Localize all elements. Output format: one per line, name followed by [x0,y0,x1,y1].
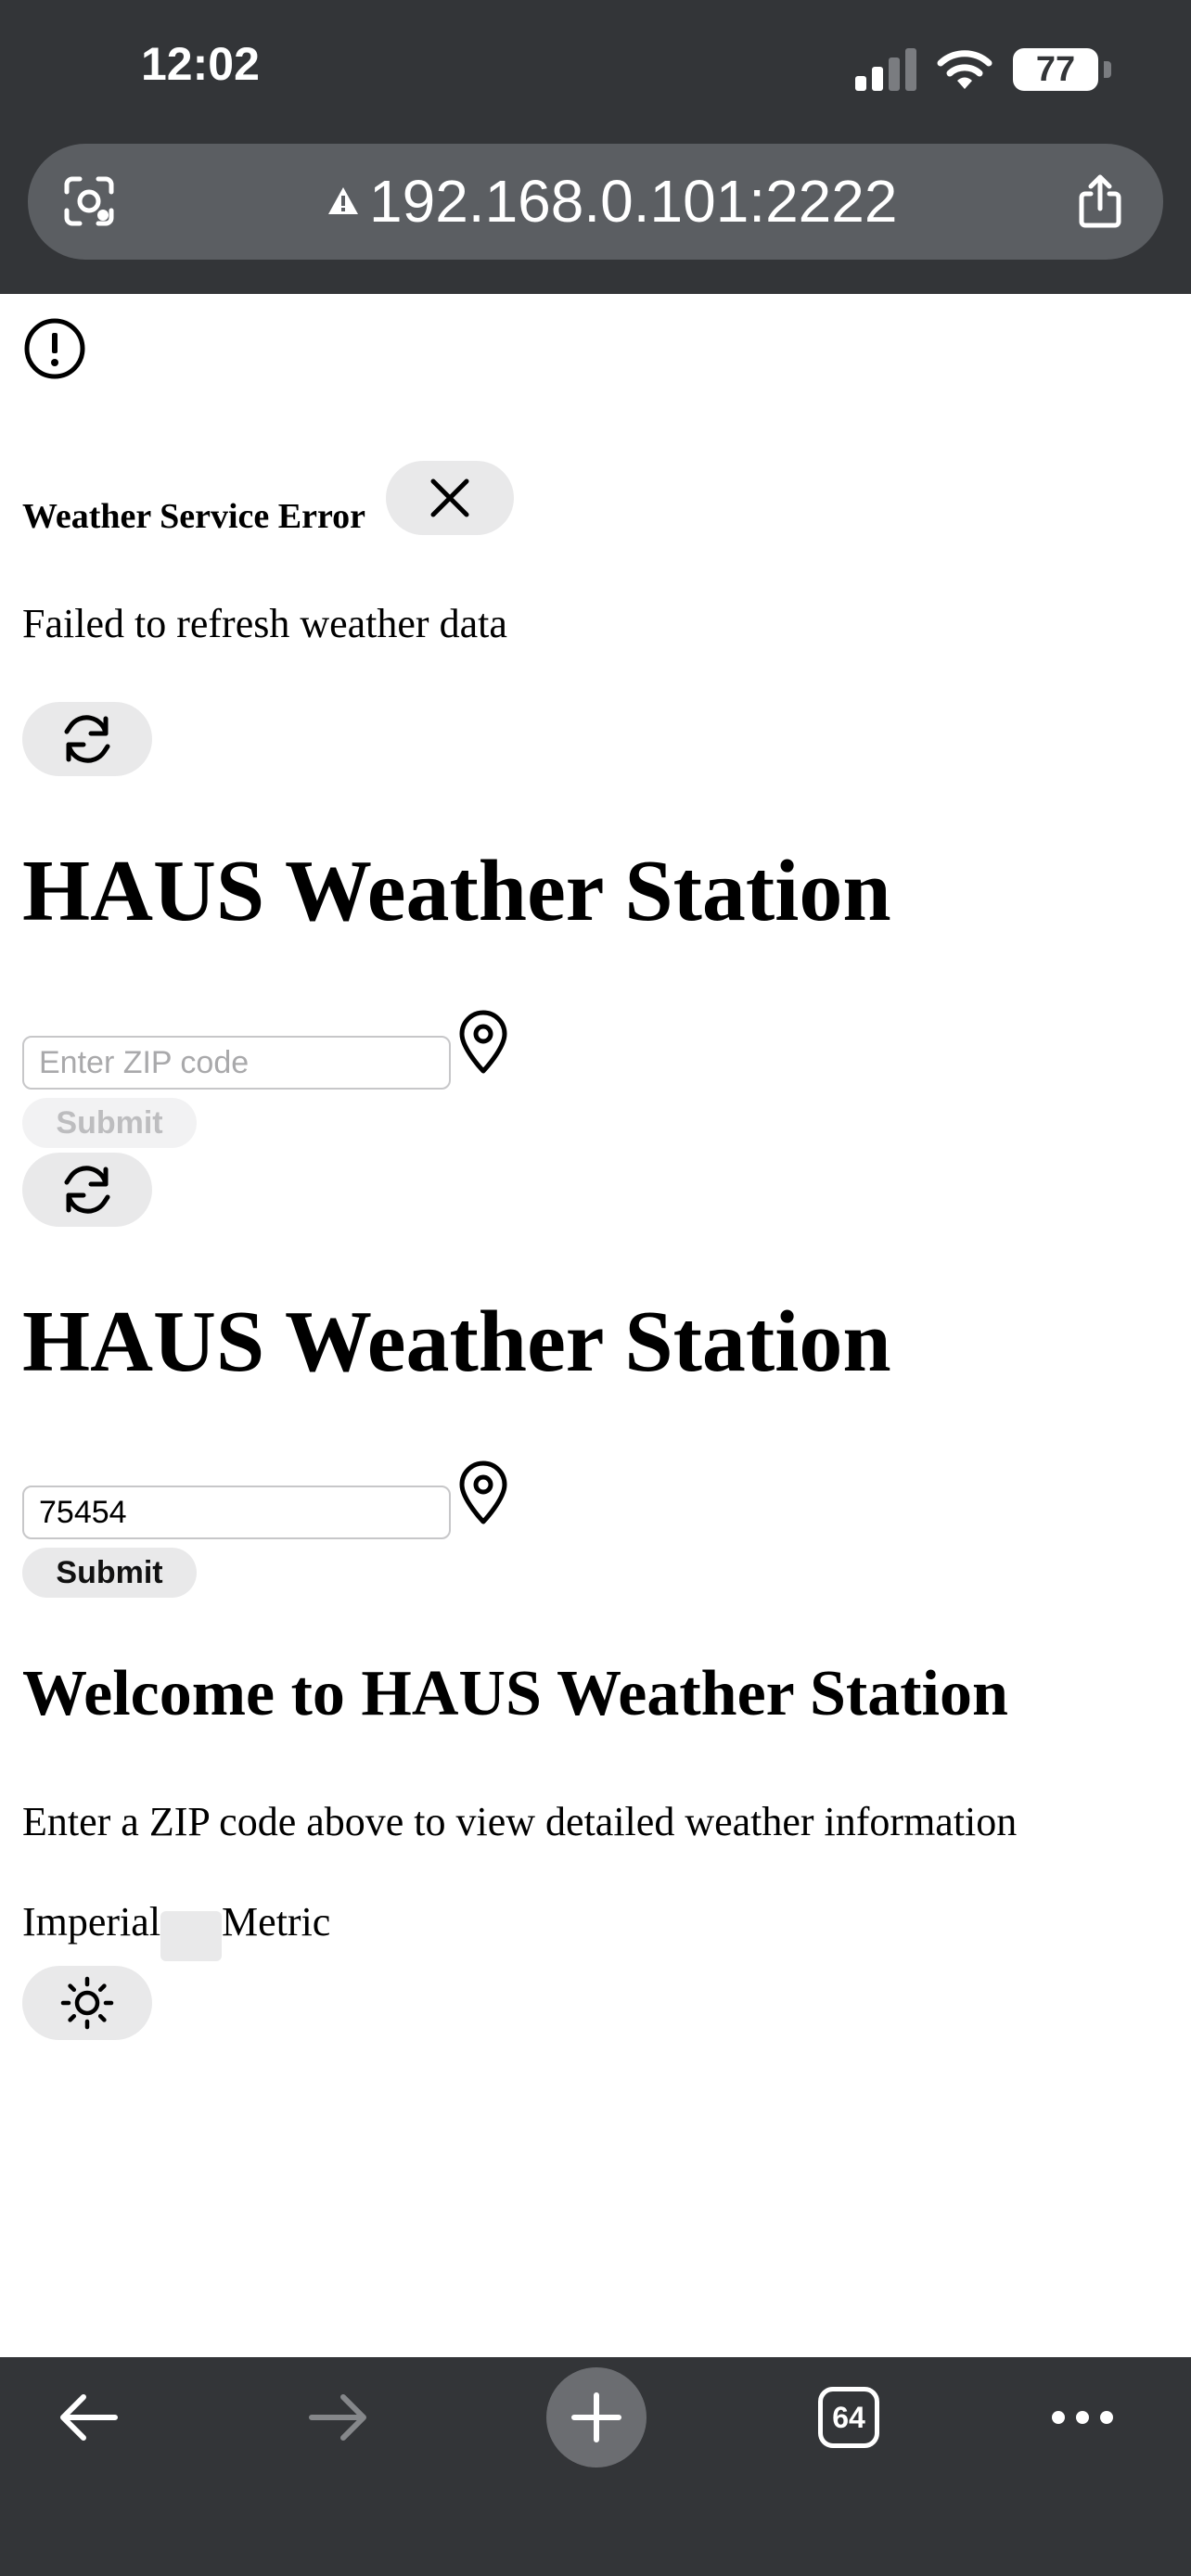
alert-circle-icon [24,318,85,379]
share-icon[interactable] [1070,172,1130,231]
map-pin-icon[interactable] [456,1460,510,1525]
tab-switcher-button[interactable]: 64 [798,2357,900,2478]
arrow-left-icon [60,2394,118,2441]
imperial-label: Imperial [22,1899,161,1945]
more-horizontal-icon [1052,2411,1113,2424]
new-tab-button[interactable] [545,2357,647,2478]
arrow-right-icon [309,2394,366,2441]
browser-bottom-toolbar: 64 [0,2357,1191,2576]
welcome-info: Enter a ZIP code above to view detailed … [22,1799,1018,1844]
refresh-button[interactable] [22,1153,152,1227]
url-text[interactable]: 192.168.0.101:2222 [369,166,897,236]
zip-input[interactable] [22,1486,451,1539]
welcome-heading: Welcome to HAUS Weather Station [22,1658,1008,1729]
address-bar[interactable]: 192.168.0.101:2222 [28,144,1163,260]
submit-button[interactable]: Submit [22,1548,197,1598]
dismiss-error-button[interactable] [386,461,514,535]
status-time: 12:02 [141,38,260,90]
refresh-icon [64,715,110,763]
cellular-signal-icon [855,46,920,91]
sun-icon [60,1976,114,2030]
plus-icon [571,2392,621,2442]
browser-top-bar: 12:02 77 192.168.0.101:2222 [0,0,1191,294]
refresh-icon [64,1166,110,1214]
page-title: HAUS Weather Station [22,1294,891,1390]
theme-toggle-button[interactable] [22,1966,152,2040]
zip-input[interactable] [22,1036,451,1090]
forward-button[interactable] [288,2357,390,2478]
retry-refresh-button[interactable] [22,702,152,776]
page-title: HAUS Weather Station [22,843,891,939]
error-message: Failed to refresh weather data [22,601,507,646]
battery-indicator: 77 [1013,48,1111,91]
wifi-icon [937,50,992,89]
unit-switch: Imperial Metric [22,1898,331,1961]
map-pin-icon[interactable] [456,1010,510,1075]
insecure-warning-icon [328,187,358,214]
visual-search-icon[interactable] [61,173,117,229]
unit-toggle[interactable] [160,1910,223,1961]
back-button[interactable] [37,2357,139,2478]
close-icon [430,478,469,517]
more-menu-button[interactable] [1031,2357,1133,2478]
submit-button[interactable]: Submit [22,1098,197,1148]
error-title: Weather Service Error [22,497,366,536]
tab-count: 64 [818,2387,879,2448]
metric-label: Metric [222,1899,331,1945]
